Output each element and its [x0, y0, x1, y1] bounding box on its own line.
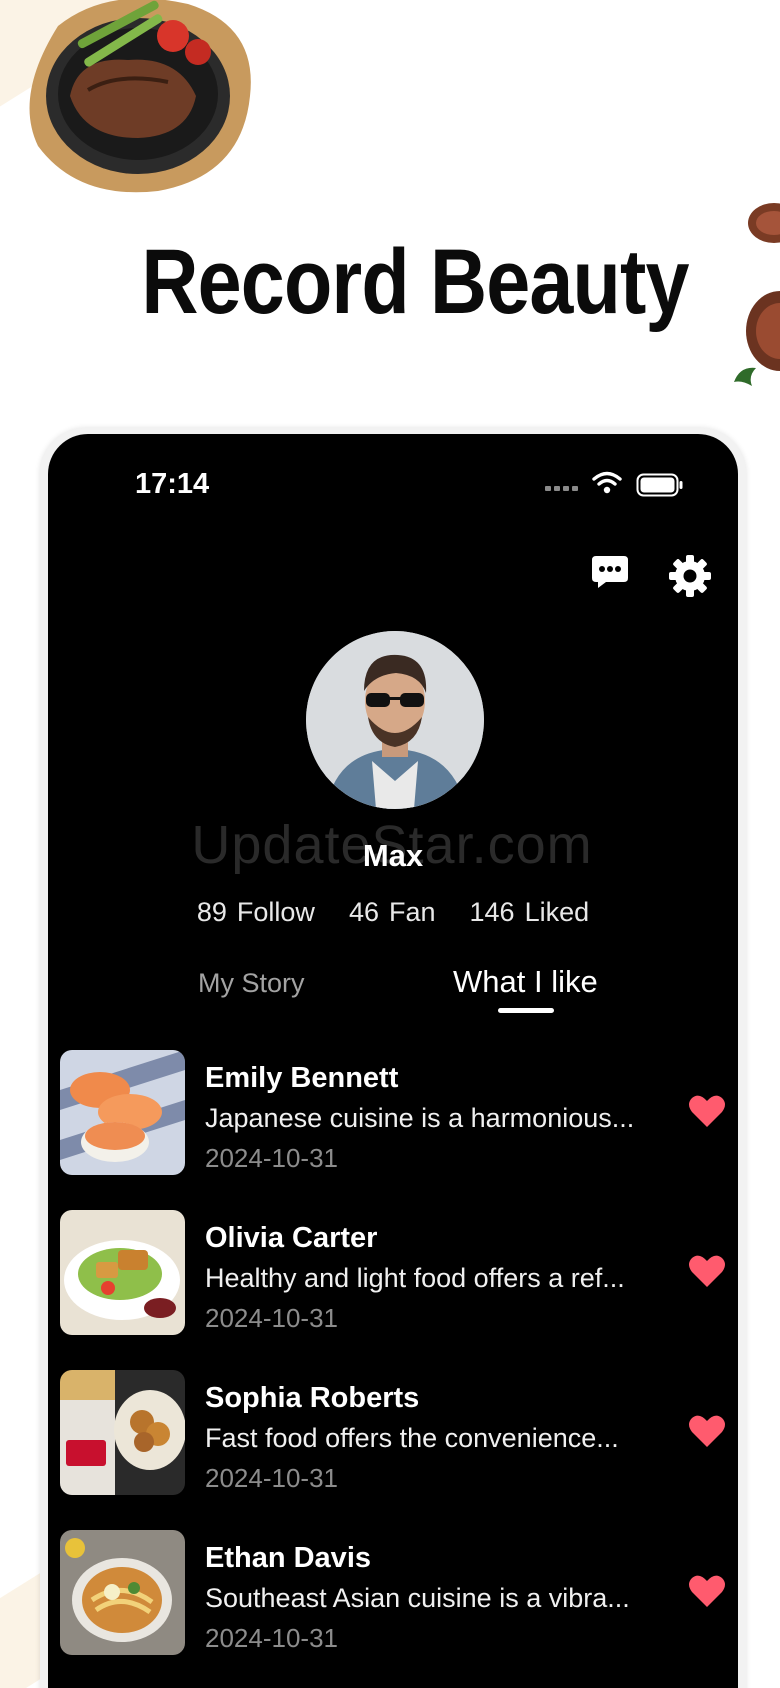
post-excerpt: Fast food offers the convenience...: [205, 1423, 619, 1453]
post-excerpt: Southeast Asian cuisine is a vibra...: [205, 1583, 630, 1613]
username: Max: [362, 838, 424, 873]
profile-stats: 89 Follow 46 Fan 146 Liked: [48, 897, 738, 928]
list-item[interactable]: Olivia Carter Healthy and light food off…: [60, 1210, 730, 1370]
status-time: 17:14: [135, 468, 210, 500]
wifi-icon: [592, 471, 622, 494]
battery-icon: [636, 473, 683, 497]
stat-count: 46: [348, 897, 379, 927]
phone-screen: 17:14 UpdateStar.com Max 89 Follow 46 Fa…: [48, 434, 738, 1688]
list-item[interactable]: Emily Bennett Japanese cuisine is a harm…: [60, 1050, 730, 1210]
cellular-signal-icon: [545, 486, 579, 492]
stat-fan[interactable]: 46 Fan: [349, 897, 436, 928]
post-excerpt: Japanese cuisine is a harmonious...: [205, 1103, 635, 1133]
tab-what-i-like[interactable]: What I like: [453, 964, 598, 1000]
post-excerpt: Healthy and light food offers a ref...: [205, 1263, 625, 1293]
stat-label: Fan: [388, 897, 436, 927]
avatar[interactable]: [306, 631, 484, 809]
heart-icon[interactable]: [688, 1254, 726, 1288]
active-tab-indicator: [498, 1008, 554, 1013]
list-item[interactable]: Sophia Roberts Fast food offers the conv…: [60, 1370, 730, 1530]
stat-label: Liked: [524, 897, 590, 927]
list-item[interactable]: Ethan Davis Southeast Asian cuisine is a…: [60, 1530, 730, 1688]
stat-liked[interactable]: 146 Liked: [470, 897, 590, 928]
message-icon[interactable]: [590, 554, 630, 590]
noodle-soup-thumbnail: [60, 1530, 185, 1655]
salad-thumbnail: [60, 1210, 185, 1335]
sushi-thumbnail: [60, 1050, 185, 1175]
post-author: Emily Bennett: [205, 1062, 399, 1094]
herb-illustration: [734, 367, 756, 386]
stat-count: 146: [469, 897, 515, 927]
promo-title: Record Beauty: [141, 231, 689, 333]
heart-icon[interactable]: [688, 1574, 726, 1608]
gear-icon[interactable]: [668, 554, 712, 598]
stat-label: Follow: [236, 897, 315, 927]
post-date: 2024-10-31: [205, 1463, 338, 1493]
fried-chicken-thumbnail: [60, 1370, 185, 1495]
stat-count: 89: [196, 897, 227, 927]
steak-plate-illustration: [29, 0, 251, 193]
post-date: 2024-10-31: [205, 1303, 338, 1333]
heart-icon[interactable]: [688, 1094, 726, 1128]
post-date: 2024-10-31: [205, 1143, 338, 1173]
heart-icon[interactable]: [688, 1414, 726, 1448]
stat-follow[interactable]: 89 Follow: [197, 897, 315, 928]
liked-posts-list: Emily Bennett Japanese cuisine is a harm…: [60, 1050, 730, 1688]
post-author: Ethan Davis: [205, 1542, 371, 1574]
post-date: 2024-10-31: [205, 1623, 338, 1653]
post-author: Olivia Carter: [205, 1222, 378, 1254]
post-author: Sophia Roberts: [205, 1382, 420, 1414]
tab-my-story[interactable]: My Story: [198, 968, 305, 999]
